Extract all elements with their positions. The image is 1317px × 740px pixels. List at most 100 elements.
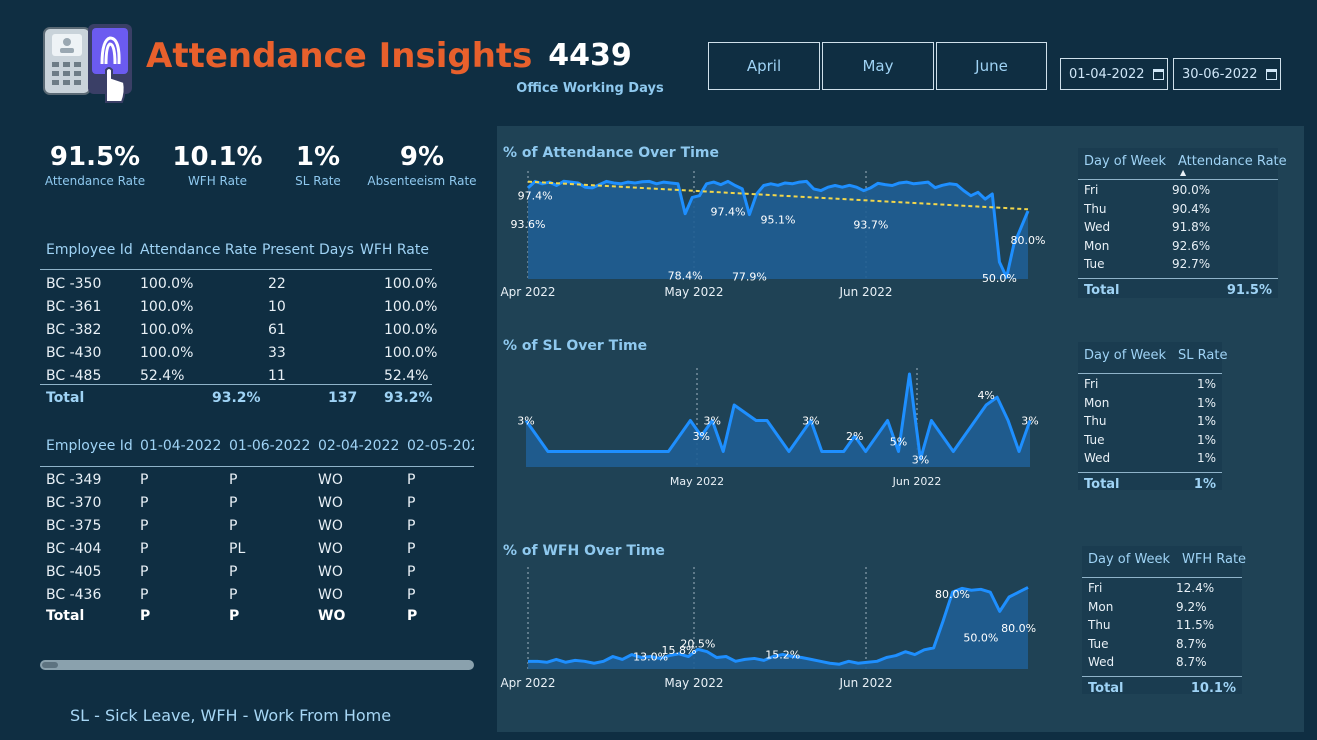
table-row[interactable]: Wed 8.7%	[1088, 655, 1236, 671]
table-row[interactable]: Tue 8.7%	[1088, 637, 1236, 653]
column-header[interactable]: 02-04-2022	[318, 438, 399, 454]
column-header[interactable]: Attendance Rate	[1178, 154, 1287, 169]
column-header[interactable]: Employee Id	[46, 242, 133, 258]
x-tick-label: Apr 2022	[500, 676, 555, 690]
rate-value: 1%	[1196, 451, 1216, 466]
table-cell: 100.0%	[140, 322, 194, 338]
table-cell: 100.0%	[140, 299, 194, 315]
column-header[interactable]: Day of Week	[1084, 154, 1166, 169]
table-cell: BC -405	[46, 564, 102, 580]
table-row[interactable]: Tue 1%	[1084, 433, 1216, 449]
divider	[1082, 577, 1242, 578]
table-cell: WO	[318, 472, 343, 488]
table-row[interactable]: Mon 9.2%	[1088, 600, 1236, 616]
calendar-icon[interactable]	[1152, 68, 1164, 80]
table-row[interactable]: Mon 1%	[1084, 396, 1216, 412]
x-tick-label: Jun 2022	[838, 676, 892, 690]
data-label: 15.2%	[765, 648, 800, 661]
column-header[interactable]: SL Rate	[1178, 348, 1227, 363]
column-header[interactable]: Present Days	[262, 242, 354, 258]
table-cell: 10	[268, 299, 286, 315]
day-label: Wed	[1084, 451, 1111, 466]
table-row[interactable]: Thu 11.5%	[1088, 618, 1236, 634]
sort-ascending-icon[interactable]: ▲	[1180, 168, 1186, 177]
table-cell: BC -436	[46, 587, 102, 603]
day-label: Fri	[1088, 581, 1103, 595]
rate-value: 1%	[1196, 395, 1216, 410]
table-row[interactable]: Wed 1%	[1084, 451, 1216, 467]
rate-value: 90.4%	[1172, 201, 1211, 216]
table-cell: WO	[318, 518, 343, 534]
column-header[interactable]: 01-04-2022	[140, 438, 221, 454]
divider	[40, 384, 432, 385]
rate-value: 8.7%	[1176, 655, 1207, 670]
kpi-value: 1%	[295, 142, 341, 172]
horizontal-scrollbar[interactable]	[40, 660, 474, 670]
table-row[interactable]: Fri 1%	[1084, 377, 1216, 393]
table-cell: WO	[318, 541, 343, 557]
divider	[40, 466, 474, 467]
rate-value: 91.8%	[1172, 220, 1211, 235]
table-row[interactable]: Mon 92.6%	[1084, 239, 1272, 255]
data-label: 20.5%	[680, 637, 715, 650]
kpi-wfh-rate: 10.1% WFH Rate	[165, 142, 270, 188]
day-label: Mon	[1084, 238, 1110, 253]
table-cell: 100.0%	[140, 276, 194, 292]
divider	[1082, 676, 1242, 677]
date-from-field[interactable]: 01-04-2022	[1060, 58, 1168, 90]
rate-value: 90.0%	[1172, 183, 1211, 197]
column-header[interactable]: 02-05-2022	[407, 438, 474, 454]
month-button-april[interactable]: April	[708, 42, 820, 90]
column-header[interactable]: WFH Rate	[360, 242, 429, 258]
table-cell: P	[140, 495, 149, 511]
working-days-label: Office Working Days	[516, 81, 664, 96]
month-button-may[interactable]: May	[822, 42, 934, 90]
kpi-attendance-rate: 91.5% Attendance Rate	[40, 142, 150, 188]
rate-value: 9.2%	[1176, 599, 1207, 614]
kpi-value: 10.1%	[172, 142, 263, 172]
table-row[interactable]: Thu 1%	[1084, 414, 1216, 430]
rate-value: 92.7%	[1172, 257, 1211, 272]
divider	[1078, 472, 1222, 473]
table-row[interactable]: Thu 90.4%	[1084, 202, 1272, 218]
table-cell: P	[140, 518, 149, 534]
column-header[interactable]: Employee Id	[46, 438, 133, 454]
rate-value: 11.5%	[1176, 618, 1215, 633]
table-cell: WO	[318, 564, 343, 580]
kpi-absenteeism-rate: 9% Absenteeism Rate	[364, 142, 480, 188]
total-value: 91.5%	[1226, 283, 1272, 298]
wfh-over-time-chart[interactable]: 13.0%15.8%20.5%15.2%80.0%50.0%80.0%Apr 2…	[500, 565, 1060, 695]
table-cell: P	[229, 587, 238, 603]
month-button-june[interactable]: June	[936, 42, 1047, 90]
column-header[interactable]: WFH Rate	[1182, 552, 1246, 567]
column-header[interactable]: Day of Week	[1088, 552, 1170, 567]
day-label: Tue	[1084, 257, 1105, 272]
x-tick-label: Jun 2022	[838, 285, 892, 299]
attendance-over-time-chart[interactable]: 93.6% 97.4% 78.4% 97.4% 77.9% 95.1% 93.7% 50.0%…	[500, 165, 1060, 305]
data-label: 3%	[1021, 415, 1038, 428]
scrollbar-thumb[interactable]	[42, 662, 58, 668]
table-row[interactable]: Fri 90.0%	[1084, 183, 1272, 199]
table-row[interactable]: Wed 91.8%	[1084, 220, 1272, 236]
table-row[interactable]: Tue 92.7%	[1084, 257, 1272, 273]
total-cell: P	[407, 608, 418, 624]
table-row[interactable]: Fri 12.4%	[1088, 581, 1236, 597]
data-label: 3%	[693, 430, 710, 443]
calendar-icon[interactable]	[1265, 68, 1277, 80]
sl-over-time-chart[interactable]: 3% 3% 3% 3% 2% 5% 3% 4% 3% May 2022 Jun 2022	[500, 360, 1060, 495]
data-label: 93.7%	[853, 219, 888, 232]
column-header[interactable]: Day of Week	[1084, 348, 1166, 363]
data-label: 2%	[846, 430, 863, 443]
date-to-field[interactable]: 30-06-2022	[1173, 58, 1281, 90]
data-label: 78.4%	[668, 270, 703, 283]
table-cell: P	[407, 495, 416, 511]
kpi-value: 9%	[399, 142, 445, 172]
table-cell: 100.0%	[384, 345, 438, 361]
table-cell: WO	[318, 587, 343, 603]
total-label: Total	[46, 390, 85, 406]
day-label: Mon	[1084, 395, 1110, 410]
table-cell: 22	[268, 276, 286, 292]
column-header[interactable]: 01-06-2022	[229, 438, 310, 454]
day-label: Wed	[1084, 220, 1111, 235]
column-header[interactable]: Attendance Rate	[140, 242, 257, 258]
